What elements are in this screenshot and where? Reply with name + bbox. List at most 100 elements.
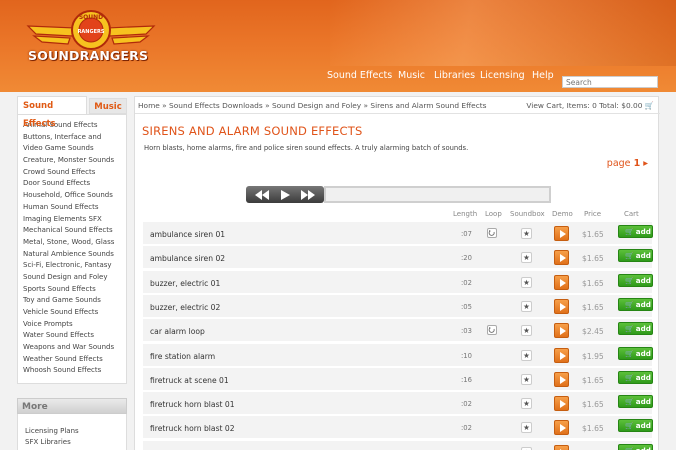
category-link[interactable]: Buttons, Interface and	[18, 132, 126, 144]
add-to-cart-button[interactable]: 🛒add	[618, 297, 653, 311]
sound-name[interactable]: fire station alarm	[150, 352, 215, 361]
category-link[interactable]: Imaging Elements SFX	[18, 214, 126, 226]
category-link[interactable]: Weapons and War Sounds	[18, 342, 126, 354]
add-to-soundbox-button[interactable]: ★	[521, 228, 532, 239]
sound-price: $2.45	[582, 327, 604, 337]
add-to-soundbox-button[interactable]: ★	[521, 300, 532, 312]
add-to-soundbox-button[interactable]: ★	[521, 325, 532, 337]
sidebar: Sound Effects Music Animal Sound Effects…	[17, 96, 127, 384]
fast-forward-icon	[301, 189, 316, 200]
add-to-cart-button[interactable]: 🛒add	[618, 443, 653, 450]
category-link[interactable]: Voice Prompts	[18, 319, 126, 331]
add-to-soundbox-button[interactable]: ★	[521, 252, 532, 264]
demo-play-button[interactable]	[554, 323, 569, 339]
page-title: SIRENS AND ALARM SOUND EFFECTS	[142, 124, 363, 138]
category-link[interactable]: Toy and Game Sounds	[18, 295, 126, 307]
category-link[interactable]: Weather Sound Effects	[18, 354, 126, 366]
cart-summary[interactable]: View Cart, Items: 0 Total: $0.00 🛒	[526, 101, 654, 110]
add-to-soundbox-button[interactable]: ★	[521, 398, 532, 410]
nav-licensing[interactable]: Licensing	[480, 70, 525, 81]
add-label: add	[635, 397, 651, 407]
search-input[interactable]	[562, 76, 658, 88]
category-link[interactable]: Creature, Monster Sounds	[18, 155, 126, 167]
category-link[interactable]: Household, Office Sounds	[18, 190, 126, 202]
category-link[interactable]: Crowd Sound Effects	[18, 167, 126, 179]
nav-sound-effects[interactable]: Sound Effects	[327, 70, 392, 81]
pager[interactable]: page 1 ▸	[607, 158, 648, 169]
category-link[interactable]: Vehicle Sound Effects	[18, 307, 126, 319]
svg-text:RANGERS: RANGERS	[78, 29, 105, 35]
demo-play-button[interactable]	[554, 347, 569, 363]
rewind-button[interactable]	[253, 189, 271, 201]
play-button[interactable]	[276, 189, 294, 201]
demo-play-button[interactable]	[554, 396, 569, 412]
cart-icon: 🛒	[625, 228, 634, 236]
category-link[interactable]: Video Game Sounds	[18, 143, 126, 155]
category-link[interactable]: Sci-Fi, Electronic, Fantasy	[18, 260, 126, 272]
sound-name[interactable]: buzzer, electric 02	[150, 303, 220, 312]
nav-music[interactable]: Music	[398, 70, 425, 81]
category-link[interactable]: Whoosh Sound Effects	[18, 365, 126, 377]
table-row: buzzer, electric 01:02 ★ $1.65 🛒 add	[143, 270, 653, 293]
sfx-libraries-link[interactable]: SFX Libraries	[25, 437, 126, 448]
sound-name[interactable]: buzzer, electric 01	[150, 279, 220, 288]
add-to-cart-button[interactable]: 🛒add	[618, 249, 653, 263]
add-to-cart-button[interactable]: 🛒add	[618, 225, 653, 238]
sound-name[interactable]: firetruck at scene 01	[150, 376, 229, 385]
nav-help[interactable]: Help	[532, 70, 554, 81]
sound-length: :07	[461, 230, 472, 238]
demo-play-button[interactable]	[554, 444, 569, 450]
category-link[interactable]: Door Sound Effects	[18, 178, 126, 190]
demo-play-button[interactable]	[554, 420, 569, 436]
add-to-soundbox-button[interactable]: ★	[521, 276, 532, 288]
add-label: add	[635, 324, 651, 334]
page-number[interactable]: 1	[634, 158, 641, 169]
sound-length: :03	[461, 327, 472, 336]
demo-play-button[interactable]	[554, 298, 569, 314]
category-link[interactable]: Sound Design and Foley	[18, 272, 126, 284]
rewind-icon	[254, 189, 269, 200]
category-link[interactable]: Human Sound Effects	[18, 202, 126, 214]
header-background-image	[330, 0, 676, 66]
col-cart: Cart	[624, 210, 639, 218]
add-to-cart-button[interactable]: 🛒add	[618, 419, 653, 433]
add-to-cart-button[interactable]: 🛒add	[618, 322, 653, 336]
add-to-cart-button[interactable]: 🛒add	[618, 370, 653, 384]
sound-price: $1.65	[582, 375, 604, 385]
category-link[interactable]: Metal, Stone, Wood, Glass	[18, 237, 126, 249]
more-heading: More	[17, 398, 127, 414]
licensing-plans-link[interactable]: Licensing Plans	[25, 426, 126, 437]
sound-name[interactable]: ambulance siren 01	[150, 230, 225, 239]
table-row: firetruck at scene 01:16 ★ $1.65 🛒 add	[143, 367, 653, 390]
sound-name[interactable]: car alarm loop	[150, 327, 205, 336]
breadcrumb[interactable]: Home » Sound Effects Downloads » Sound D…	[138, 101, 487, 110]
demo-play-button[interactable]	[554, 371, 569, 387]
next-page-icon[interactable]: ▸	[643, 158, 648, 169]
demo-play-button[interactable]	[554, 274, 569, 290]
tab-sound-effects[interactable]: Sound Effects	[17, 96, 87, 129]
add-to-soundbox-button[interactable]: ★	[521, 422, 532, 434]
category-link[interactable]: Mechanical Sound Effects	[18, 225, 126, 237]
nav-libraries[interactable]: Libraries	[434, 70, 475, 81]
category-link[interactable]: Water Sound Effects	[18, 330, 126, 342]
audio-player-controls	[246, 186, 324, 203]
add-to-cart-button[interactable]: 🛒add	[618, 395, 653, 409]
add-to-soundbox-button[interactable]: ★	[521, 349, 532, 361]
demo-play-button[interactable]	[554, 226, 569, 241]
add-to-cart-button[interactable]: 🛒add	[618, 346, 653, 360]
logo-wordmark[interactable]: SOUNDRANGERS	[28, 48, 148, 63]
pager-label: page	[606, 158, 631, 169]
add-to-cart-button[interactable]: 🛒add	[618, 273, 653, 287]
add-to-soundbox-button[interactable]: ★	[521, 373, 532, 385]
sound-name[interactable]: ambulance siren 02	[150, 254, 225, 263]
fast-forward-button[interactable]	[299, 189, 317, 201]
sound-name[interactable]: firetruck horn blast 01	[150, 400, 235, 409]
category-link[interactable]: Natural Ambience Sounds	[18, 249, 126, 261]
sound-name[interactable]: firetruck horn blast 02	[150, 424, 235, 433]
category-link[interactable]: Sports Sound Effects	[18, 284, 126, 296]
demo-play-button[interactable]	[554, 250, 569, 266]
table-row: firetruck horn blast 01:02 ★ $1.65 🛒 add	[143, 392, 653, 415]
loop-icon	[487, 325, 497, 336]
playback-progress-bar[interactable]	[324, 186, 551, 203]
tab-music[interactable]: Music	[89, 98, 127, 114]
